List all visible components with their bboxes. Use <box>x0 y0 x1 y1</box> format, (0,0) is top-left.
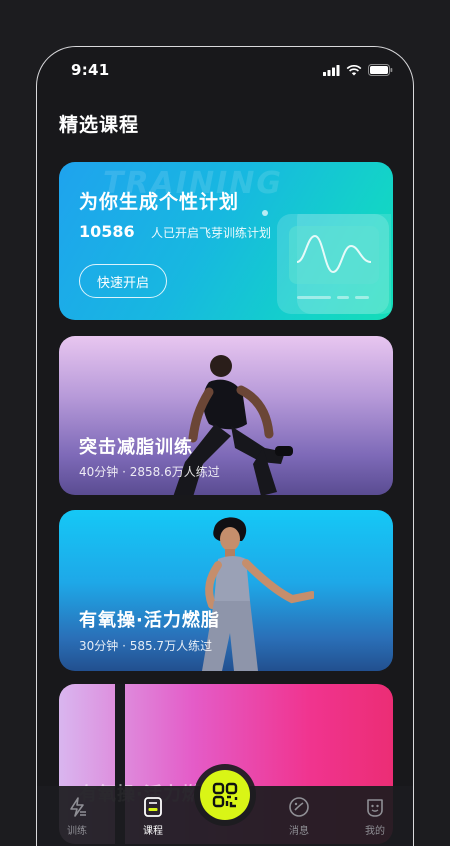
hero-title: 为你生成个性计划 <box>79 191 240 213</box>
tab-label: 我的 <box>365 826 385 837</box>
course-card-fat-burn[interactable]: 突击减脂训练 40分钟 · 2858.6万人练过 <box>59 336 393 495</box>
course-icon <box>144 797 162 817</box>
wifi-icon <box>346 64 362 75</box>
tab-profile[interactable]: 我的 <box>355 796 395 837</box>
quick-start-button[interactable]: 快速开启 <box>79 264 167 298</box>
profile-icon <box>367 799 383 817</box>
status-icons <box>323 64 393 76</box>
status-bar: 9:41 <box>37 47 413 91</box>
tab-courses[interactable]: 课程 <box>133 796 173 837</box>
phone-frame: 9:41 精选课程 TRAINING 为你生成个性计划 10586 人已开启飞芽… <box>36 46 414 846</box>
battery-icon <box>368 64 393 76</box>
bolt-icon <box>70 797 86 817</box>
hero-count-label: 人已开启飞芽训练计划 <box>151 226 272 240</box>
tab-training[interactable]: 训练 <box>57 796 97 837</box>
page-title: 精选课程 <box>59 114 140 136</box>
decor-dot <box>262 210 268 216</box>
status-time: 9:41 <box>71 61 110 79</box>
tab-label: 训练 <box>67 826 87 837</box>
tab-messages[interactable]: 消息 <box>279 796 319 837</box>
course-title: 有氧操·活力燃脂 <box>79 610 220 631</box>
scan-button[interactable] <box>200 770 250 820</box>
personal-plan-card[interactable]: TRAINING 为你生成个性计划 10586 人已开启飞芽训练计划 快速开启 <box>59 162 393 320</box>
course-card-aerobics[interactable]: 有氧操·活力燃脂 30分钟 · 585.7万人练过 <box>59 510 393 671</box>
course-meta: 40分钟 · 2858.6万人练过 <box>79 465 220 479</box>
qr-scan-icon <box>212 782 238 808</box>
course-meta: 30分钟 · 585.7万人练过 <box>79 639 213 653</box>
tab-label: 消息 <box>289 826 309 837</box>
signal-icon <box>323 64 340 76</box>
heart-monitor-illustration-icon <box>277 214 391 314</box>
hero-user-count: 10586 <box>79 222 135 241</box>
course-title: 突击减脂训练 <box>79 437 193 458</box>
tab-bar: 训练 课程 消息 我的 <box>37 770 413 846</box>
message-icon <box>289 797 309 817</box>
tab-label: 课程 <box>143 826 163 837</box>
